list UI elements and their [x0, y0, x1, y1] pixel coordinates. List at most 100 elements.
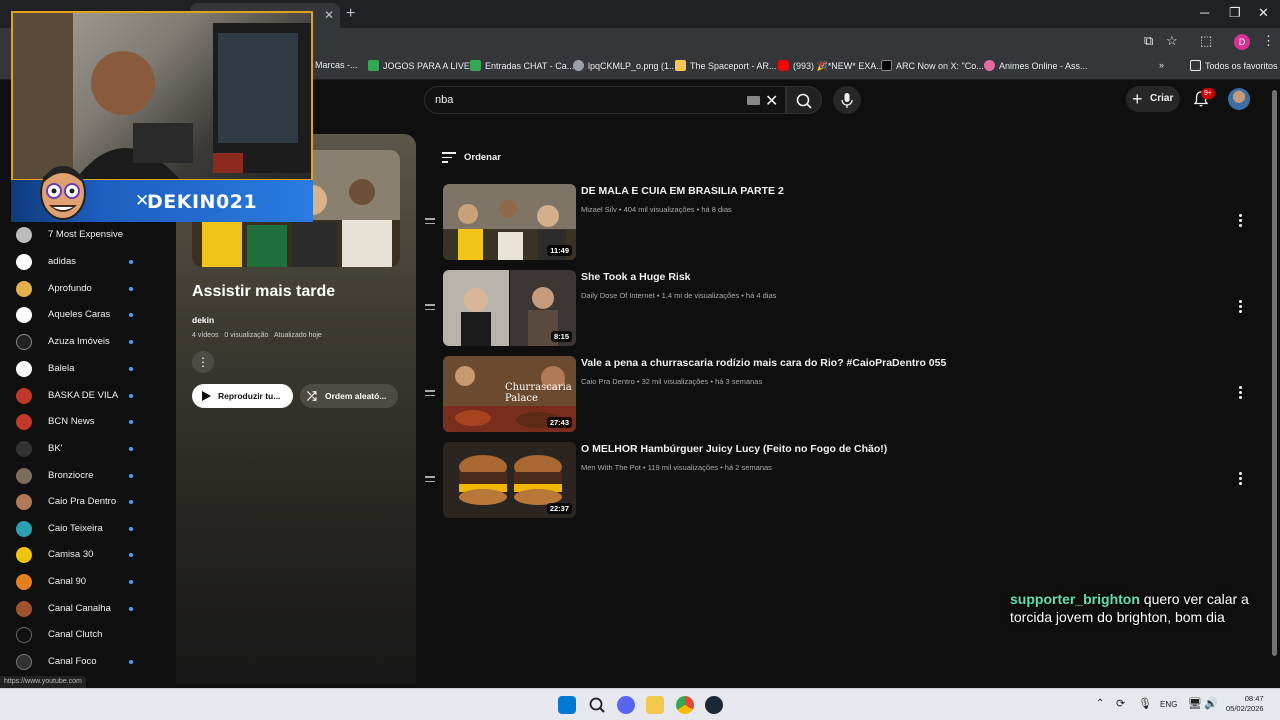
video-more-icon[interactable] [1237, 214, 1243, 228]
video-channel[interactable]: Mizael Silv [581, 205, 617, 214]
bookmark-item[interactable]: (993) 🎉*NEW* EXA... [778, 60, 884, 72]
video-thumbnail[interactable]: Churrascaria Palace 27:43 [443, 356, 576, 432]
bookmark-item[interactable]: Animes Online - Ass... [984, 60, 1088, 71]
sidebar-item-camisa-30[interactable]: Camisa 30 [0, 542, 176, 568]
sidebar-item-baska-de-vila[interactable]: BASKA DE VILA [0, 383, 176, 409]
create-button[interactable]: + Criar [1126, 86, 1180, 112]
playlist-owner[interactable]: dekin [192, 315, 214, 325]
sync-icon[interactable]: ⟳ [1116, 697, 1125, 710]
playlist-video-row[interactable]: 22:37 O MELHOR Hambúrguer Juicy Lucy (Fe… [420, 442, 1250, 520]
video-title[interactable]: DE MALA E CUIA EM BRASILIA PARTE 2 [581, 185, 784, 197]
network-icon[interactable]: 🖥 [1188, 697, 1202, 710]
bookmark-item[interactable]: JOGOS PARA A LIVE... [368, 60, 477, 71]
drag-handle-icon[interactable] [425, 476, 435, 485]
clock[interactable]: 08:47 05/02/2026 [1226, 694, 1264, 714]
new-tab-icon[interactable]: + [346, 5, 355, 23]
sidebar-item-7-most-expensive[interactable]: 7 Most Expensive [0, 222, 176, 248]
new-content-dot [129, 420, 133, 424]
sidebar-item-aqueles-caras[interactable]: Aqueles Caras [0, 302, 176, 328]
sidebar-item-bk[interactable]: BK' [0, 436, 176, 462]
minimize-icon[interactable]: ─ [1200, 5, 1209, 20]
input-language[interactable]: ENG [1160, 700, 1177, 709]
extensions-icon[interactable]: ⬚ [1200, 33, 1212, 49]
file-explorer-icon[interactable] [646, 696, 664, 714]
video-channel[interactable]: Daily Dose Of Internet [581, 291, 655, 300]
video-title[interactable]: O MELHOR Hambúrguer Juicy Lucy (Feito no… [581, 443, 887, 455]
channel-avatar [16, 254, 32, 270]
drag-handle-icon[interactable] [425, 218, 435, 227]
restore-icon[interactable]: ❐ [1229, 5, 1241, 21]
status-bar-url: https://www.youtube.com [0, 676, 86, 688]
shuffle-icon: ⤮ [307, 389, 317, 403]
video-thumbnail[interactable]: 22:37 [443, 442, 576, 518]
sidebar-item-caio-teixeira[interactable]: Caio Teixeira [0, 516, 176, 542]
playlist-video-row[interactable]: 8:15 She Took a Huge Risk Daily Dose Of … [420, 270, 1250, 348]
video-channel[interactable]: Caio Pra Dentro [581, 377, 635, 386]
playlist-more-icon[interactable]: ⋮ [192, 351, 214, 373]
search-input[interactable] [435, 94, 735, 106]
microphone-tray-icon[interactable]: 🎙 [1138, 697, 1152, 710]
windows-taskbar: ⌃ ⟳ 🎙 ENG 🖥 🔊 08:47 05/02/2026 [0, 688, 1280, 720]
close-window-icon[interactable]: ✕ [1258, 5, 1269, 21]
volume-icon[interactable]: 🔊 [1204, 697, 1218, 710]
playlist-video-row[interactable]: 11:49 DE MALA E CUIA EM BRASILIA PARTE 2… [420, 184, 1250, 262]
video-more-icon[interactable] [1237, 300, 1243, 314]
bookmark-item[interactable]: lpqCKMLP_o.png (1... [573, 60, 677, 71]
video-meta: Caio Pra Dentro • 32 mil visualizações •… [581, 377, 763, 386]
sidebar-item-azuza-imoveis[interactable]: Azuza Imóveis [0, 329, 176, 355]
video-title[interactable]: She Took a Huge Risk [581, 271, 691, 283]
search-button[interactable] [786, 86, 822, 114]
all-bookmarks[interactable]: Todos os favoritos [1190, 60, 1278, 71]
playlist-title: Assistir mais tarde [192, 283, 336, 300]
clear-search-icon[interactable]: ✕ [765, 91, 778, 111]
keyboard-icon[interactable] [747, 96, 760, 105]
sidebar-item-aprofundo[interactable]: Aprofundo [0, 276, 176, 302]
sidebar-item-bronziocre[interactable]: Bronziocre [0, 463, 176, 489]
sidebar-item-adidas[interactable]: adidas [0, 249, 176, 275]
voice-search-button[interactable] [833, 86, 861, 114]
profile-avatar[interactable]: D [1234, 34, 1250, 50]
play-all-button[interactable]: Reproduzir tu... [192, 384, 293, 408]
sheets-icon [470, 60, 481, 71]
sidebar-item-canal-clutch[interactable]: Canal Clutch [0, 622, 176, 648]
sidebar-item-canal-canalha[interactable]: Canal Canalha [0, 596, 176, 622]
bookmark-item[interactable]: Marcas -... [315, 60, 358, 70]
bookmark-star-icon[interactable]: ☆ [1166, 33, 1178, 49]
bookmark-item[interactable]: The Spaceport - AR... [675, 60, 777, 71]
tab-close-icon[interactable]: ✕ [324, 3, 334, 28]
start-menu-icon[interactable] [558, 696, 576, 714]
video-age: há 3 semanas [715, 377, 763, 386]
install-app-icon[interactable]: ⧉ [1144, 33, 1153, 49]
shuffle-button[interactable]: ⤮ Ordem aleató... [300, 384, 398, 408]
video-more-icon[interactable] [1237, 472, 1243, 486]
drag-handle-icon[interactable] [425, 304, 435, 313]
browser-menu-icon[interactable]: ⋮ [1262, 33, 1275, 49]
channel-avatar [16, 307, 32, 323]
drag-handle-icon[interactable] [425, 390, 435, 399]
steam-icon[interactable] [705, 696, 723, 714]
bookmark-item[interactable]: ARC Now on X: "Co... [881, 60, 984, 71]
sidebar-item-balela[interactable]: Balela [0, 356, 176, 382]
playlist-video-row[interactable]: Churrascaria Palace 27:43 Vale a pena a … [420, 356, 1250, 434]
video-age: há 4 dias [745, 291, 777, 300]
sort-button[interactable]: Ordenar [442, 149, 512, 167]
account-avatar[interactable] [1228, 88, 1250, 110]
discord-icon[interactable] [617, 696, 635, 714]
video-title[interactable]: Vale a pena a churrascaria rodízio mais … [581, 357, 946, 369]
bookmarks-overflow-icon[interactable]: » [1159, 60, 1164, 70]
video-thumbnail[interactable]: 11:49 [443, 184, 576, 260]
search-icon[interactable] [588, 696, 606, 714]
chrome-icon[interactable] [676, 696, 694, 714]
video-channel[interactable]: Men With The Pot [581, 463, 641, 472]
video-more-icon[interactable] [1237, 386, 1243, 400]
video-thumbnail[interactable]: 8:15 [443, 270, 576, 346]
video-age: há 2 semanas [724, 463, 772, 472]
sidebar-item-canal-90[interactable]: Canal 90 [0, 569, 176, 595]
channel-avatar [16, 441, 32, 457]
tray-overflow-icon[interactable]: ⌃ [1096, 698, 1104, 709]
sidebar-item-caio-pra-dentro[interactable]: Caio Pra Dentro [0, 489, 176, 515]
sidebar-item-bcn-news[interactable]: BCN News [0, 409, 176, 435]
sidebar-item-canal-foco[interactable]: Canal Foco [0, 649, 176, 675]
bookmark-item[interactable]: Entradas CHAT - Ca... [470, 60, 574, 71]
page-scrollbar[interactable] [1272, 90, 1277, 656]
